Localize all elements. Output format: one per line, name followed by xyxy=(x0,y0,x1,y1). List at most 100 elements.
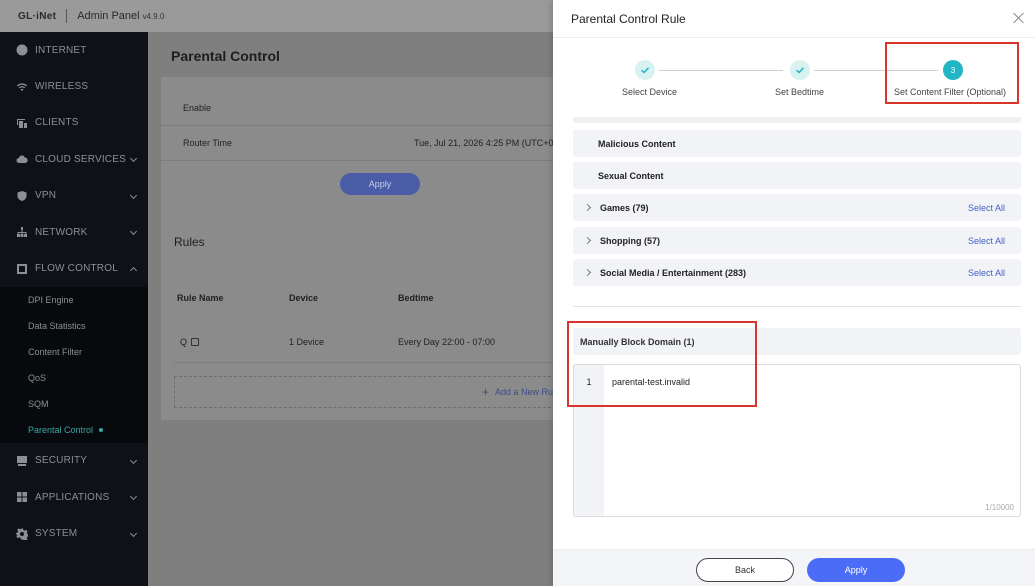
select-all-social-media[interactable]: Select All xyxy=(968,268,1005,278)
drawer-header: Parental Control Rule xyxy=(553,0,1035,38)
rule-bedtime: Every Day 22:00 - 07:00 xyxy=(398,337,496,347)
chevron-down-icon xyxy=(129,529,138,537)
category-social-media[interactable]: Social Media / Entertainment (283) Selec… xyxy=(573,259,1021,286)
rule-name: Q xyxy=(180,337,188,347)
sidebar: INTERNET WIRELESS CLIENTS CLOUD SERVICES… xyxy=(0,32,148,586)
sidebar-item-applications[interactable]: APPLICATIONS xyxy=(0,479,148,515)
sidebar-item-network[interactable]: NETWORK xyxy=(0,214,148,250)
sidebar-item-label: CLIENTS xyxy=(35,117,79,129)
chevron-right-icon[interactable] xyxy=(583,203,592,212)
flow-control-submenu: DPI Engine Data Statistics Content Filte… xyxy=(0,286,148,443)
topbar-separator xyxy=(66,9,68,23)
sidebar-item-dpi-engine[interactable]: DPI Engine xyxy=(0,287,148,313)
router-time-label: Router Time xyxy=(183,138,233,148)
add-rule-button[interactable]: + Add a New Rule xyxy=(174,376,581,408)
step-2-check-icon xyxy=(790,60,810,80)
sidebar-item-label: Parental Control xyxy=(28,424,94,435)
highlight-box-step-3 xyxy=(885,42,1019,104)
sidebar-item-internet[interactable]: INTERNET xyxy=(0,32,148,68)
sidebar-item-label: INTERNET xyxy=(35,44,87,56)
add-rule-label: Add a New Rule xyxy=(494,387,560,397)
column-header-bedtime: Bedtime xyxy=(398,293,434,303)
close-icon[interactable] xyxy=(1013,12,1025,24)
shield-icon xyxy=(16,190,28,202)
sidebar-item-clients[interactable]: CLIENTS xyxy=(0,105,148,141)
rule-name-cell: Q xyxy=(180,337,200,347)
chevron-up-icon xyxy=(129,266,138,274)
chevron-down-icon xyxy=(129,155,138,163)
enable-label: Enable xyxy=(183,103,212,113)
sidebar-item-security[interactable]: SECURITY xyxy=(0,443,148,479)
gear-icon xyxy=(16,528,28,540)
sidebar-item-sqm[interactable]: SQM xyxy=(0,391,148,417)
admin-panel-title: Admin Panel xyxy=(77,10,140,22)
category-games[interactable]: Games (79) Select All xyxy=(573,194,1021,221)
network-icon xyxy=(16,226,28,238)
category-name: Sexual Content xyxy=(598,170,664,181)
sidebar-item-qos[interactable]: QoS xyxy=(0,365,148,391)
sidebar-item-parental-control[interactable]: Parental Control xyxy=(0,417,148,443)
sidebar-item-label: WIRELESS xyxy=(35,81,89,93)
sidebar-item-label: CLOUD SERVICES xyxy=(35,153,126,165)
sidebar-item-flow-control[interactable]: FLOW CONTROL xyxy=(0,250,148,286)
sidebar-item-label: VPN xyxy=(35,190,57,202)
step-1-check-icon xyxy=(635,60,655,80)
sidebar-item-content-filter[interactable]: Content Filter xyxy=(0,339,148,365)
drawer-footer: Back Apply xyxy=(553,549,1035,586)
security-icon xyxy=(16,455,28,467)
step-1-label: Select Device xyxy=(622,87,678,97)
sidebar-item-wireless[interactable]: WIRELESS xyxy=(0,68,148,104)
section-divider xyxy=(573,306,1021,307)
sidebar-item-label: SECURITY xyxy=(35,455,88,467)
row-divider xyxy=(161,160,581,161)
drawer-title: Parental Control Rule xyxy=(571,12,686,26)
sidebar-item-label: Data Statistics xyxy=(28,320,86,331)
sidebar-item-vpn[interactable]: VPN xyxy=(0,178,148,214)
rules-card: Rules Rule Name Device Bedtime Q 1 Devic… xyxy=(161,222,581,420)
back-button[interactable]: Back xyxy=(696,558,794,582)
category-name: Games (79) xyxy=(600,202,649,213)
row-divider xyxy=(174,362,581,363)
router-time-value: Tue, Jul 21, 2026 4:25 PM (UTC+0 xyxy=(414,138,554,148)
select-all-shopping[interactable]: Select All xyxy=(968,236,1005,246)
sidebar-item-label: APPLICATIONS xyxy=(35,491,110,503)
wifi-icon xyxy=(16,81,28,93)
globe-icon xyxy=(16,44,28,56)
version-label: v4.9.0 xyxy=(142,11,165,21)
character-counter: 1/10000 xyxy=(985,503,1014,512)
highlight-box-manual-block xyxy=(567,321,757,407)
edit-icon[interactable] xyxy=(191,338,200,346)
chevron-right-icon[interactable] xyxy=(583,268,592,277)
apply-button[interactable]: Apply xyxy=(807,558,905,582)
category-malicious-content[interactable]: Malicious Content xyxy=(573,130,1021,157)
sidebar-item-cloud-services[interactable]: CLOUD SERVICES xyxy=(0,141,148,177)
sidebar-item-system[interactable]: SYSTEM xyxy=(0,516,148,552)
settings-card: Enable Router Time Tue, Jul 21, 2026 4:2… xyxy=(161,77,581,240)
chevron-down-icon xyxy=(129,191,138,199)
sidebar-item-label: FLOW CONTROL xyxy=(35,263,118,275)
category-sexual-content[interactable]: Sexual Content xyxy=(573,162,1021,189)
chevron-down-icon xyxy=(129,493,138,501)
sidebar-item-label: DPI Engine xyxy=(28,294,74,305)
chevron-down-icon xyxy=(129,228,138,236)
page-title: Parental Control xyxy=(171,48,280,64)
chevron-right-icon[interactable] xyxy=(583,236,592,245)
select-all-games[interactable]: Select All xyxy=(968,203,1005,213)
row-divider xyxy=(161,125,581,126)
sidebar-item-data-statistics[interactable]: Data Statistics xyxy=(0,313,148,339)
sidebar-item-label: NETWORK xyxy=(35,226,88,238)
category-shopping[interactable]: Shopping (57) Select All xyxy=(573,227,1021,254)
category-name: Social Media / Entertainment (283) xyxy=(600,267,747,278)
settings-apply-button[interactable]: Apply xyxy=(340,173,420,195)
category-name: Malicious Content xyxy=(598,138,676,149)
sidebar-item-label: Content Filter xyxy=(28,346,83,357)
cloud-icon xyxy=(16,153,28,165)
chevron-down-icon xyxy=(129,456,138,464)
sidebar-item-label: SYSTEM xyxy=(35,528,78,540)
apps-icon xyxy=(16,491,28,503)
column-header-device: Device xyxy=(289,293,319,303)
sidebar-item-label: SQM xyxy=(28,398,49,409)
rule-device: 1 Device xyxy=(289,337,325,347)
flow-icon xyxy=(16,263,28,275)
active-dot xyxy=(99,427,104,432)
